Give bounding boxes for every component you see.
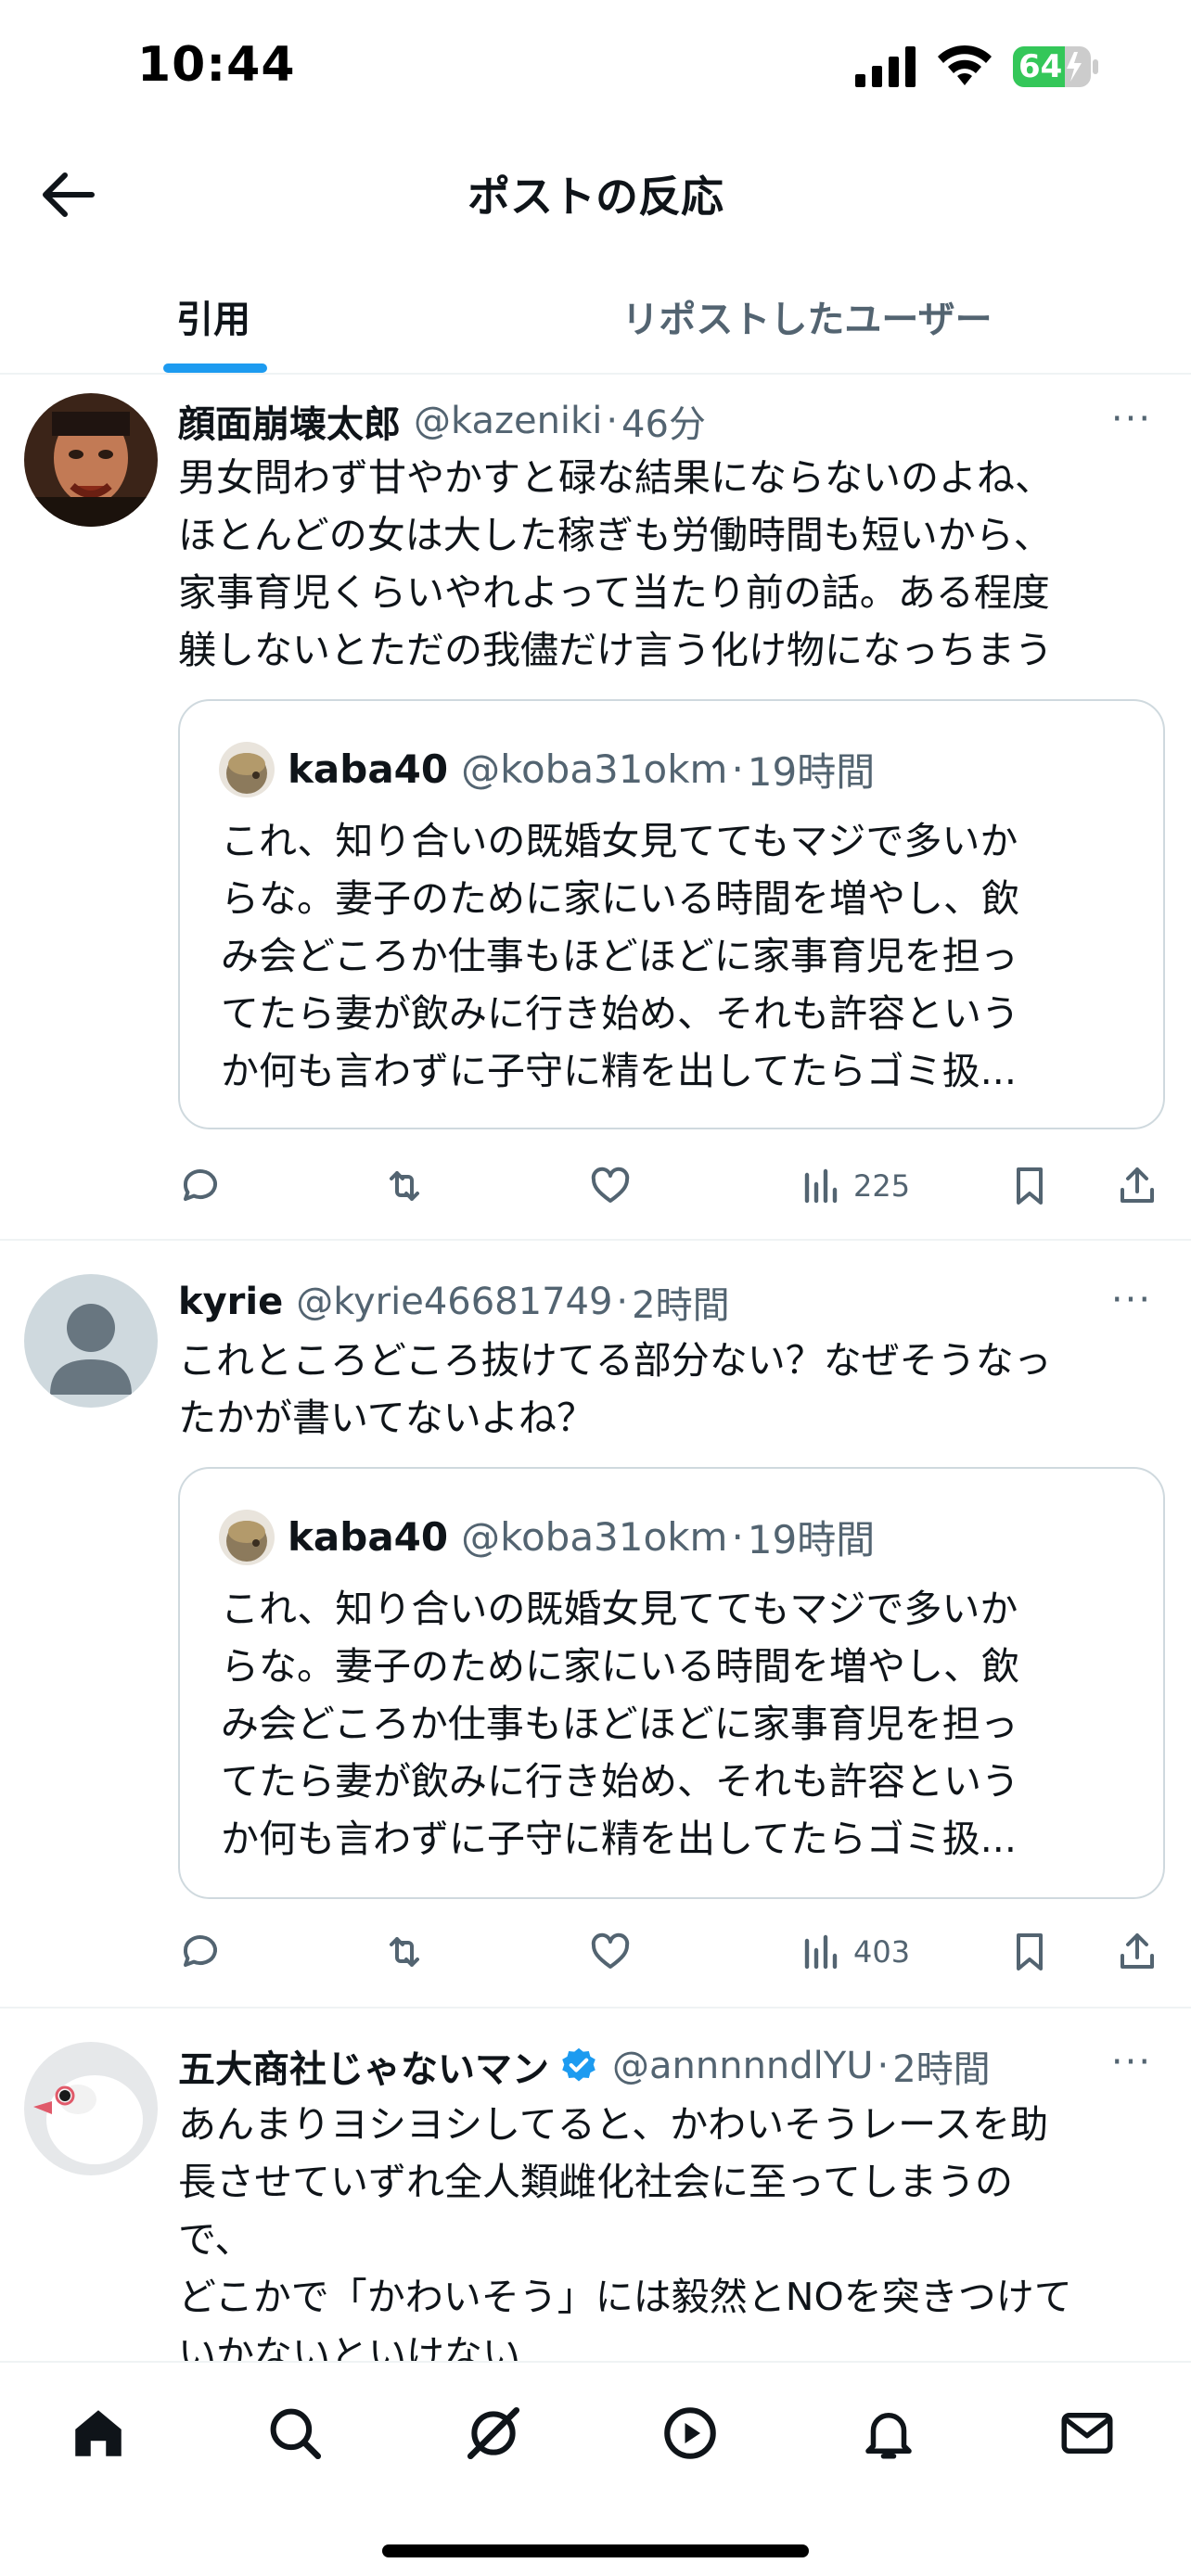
post[interactable]: kyrie @kyrie46681749 · 2時間 ··· これところどころ抜… (0, 1243, 1191, 2009)
header: ポストの反応 (0, 139, 1191, 250)
quote-author-handle: @koba31okm (461, 1513, 728, 1560)
post-header: 五大商社じゃないマン @annnnndlYU · 2時間 (178, 2038, 1154, 2094)
avatar[interactable] (24, 393, 158, 527)
nav-search[interactable] (249, 2387, 341, 2480)
view-count: 225 (853, 1168, 911, 1204)
bookmark-icon (1017, 1933, 1043, 1970)
nav-notifications[interactable] (842, 2387, 935, 2480)
repost-icon (390, 1171, 419, 1201)
repost-icon (390, 1937, 419, 1967)
quote-header: kaba40 @koba31okm · 19時間 (288, 1506, 875, 1567)
quote-text: これ、知り合いの既婚女見ててもマジで多いか らな。妻子のために家にいる時間を増や… (221, 819, 1019, 1093)
more-options-button[interactable]: ··· (1104, 1279, 1159, 1321)
quote-author-handle: @koba31okm (461, 746, 728, 792)
post-header: kyrie @kyrie46681749 · 2時間 (178, 1274, 1154, 1330)
post-time[interactable]: 2時間 (632, 1275, 729, 1329)
heart-icon (591, 1932, 630, 1969)
bookmark-button[interactable] (1007, 1154, 1052, 1218)
author-name[interactable]: 顔面崩壊太郎 (178, 394, 401, 448)
quote-avatar (219, 1510, 275, 1565)
separator-dot: · (731, 746, 744, 792)
author-name[interactable]: kyrie (178, 1281, 283, 1323)
author-handle[interactable]: @kyrie46681749 (296, 1281, 612, 1323)
more-options-button[interactable]: ··· (1104, 2041, 1159, 2084)
share-icon (1121, 1933, 1154, 1969)
post-text: 男女問わず甘やかすと碌な結果にならないのよね、 ほとんどの女は大した稼ぎも労働時… (178, 455, 1053, 672)
quoted-post[interactable]: kaba40 @koba31okm · 19時間 これ、知り合いの既婚女見てても… (178, 699, 1165, 1129)
tab-quotes[interactable]: 引用 (139, 260, 288, 373)
quote-author-name: kaba40 (288, 1513, 449, 1560)
home-icon (75, 2410, 122, 2456)
notifications-icon (865, 2413, 912, 2459)
views-icon (804, 1168, 838, 1204)
post-actions: 403 (178, 1919, 1171, 1984)
heart-icon (591, 1167, 630, 1203)
quoted-post[interactable]: kaba40 @koba31okm · 19時間 これ、知り合いの既婚女見てても… (178, 1467, 1165, 1899)
quote-time: 19時間 (747, 748, 876, 795)
repost-button[interactable] (382, 1919, 427, 1984)
avatar[interactable] (24, 1274, 158, 1408)
active-tab-indicator (163, 363, 267, 373)
share-button[interactable] (1115, 1154, 1159, 1218)
tab-bar: 引用 リポストしたユーザー (0, 260, 1191, 375)
more-options-button[interactable]: ··· (1104, 398, 1159, 440)
views-button[interactable]: 225 (800, 1154, 910, 1218)
author-handle[interactable]: @annnnndlYU (612, 2045, 873, 2087)
post-actions: 225 (178, 1154, 1171, 1218)
quote-avatar (219, 742, 275, 797)
author-name[interactable]: 五大商社じゃないマン (178, 2039, 549, 2093)
separator-dot: · (731, 1513, 744, 1560)
quote-header: kaba40 @koba31okm · 19時間 (288, 738, 875, 799)
messages-icon (1061, 2413, 1113, 2454)
bookmark-button[interactable] (1007, 1919, 1052, 1984)
reply-button[interactable] (178, 1154, 223, 1218)
home-indicator[interactable] (382, 2544, 809, 2557)
post-time[interactable]: 46分 (621, 394, 706, 448)
share-button[interactable] (1115, 1919, 1159, 1984)
cellular-signal-icon (855, 46, 916, 87)
repost-button[interactable] (382, 1154, 427, 1218)
nav-video[interactable] (644, 2387, 736, 2480)
separator-dot: · (877, 2045, 890, 2087)
view-count: 403 (853, 1934, 911, 1970)
battery-level: 64 (1018, 48, 1063, 85)
tab-reposted-users[interactable]: リポストしたユーザー (538, 260, 1076, 373)
page-title: ポストの反応 (467, 172, 724, 222)
separator-dot: · (616, 1281, 629, 1323)
nav-messages[interactable] (1041, 2387, 1133, 2480)
video-icon (664, 2407, 716, 2459)
post[interactable]: 五大商社じゃないマン @annnnndlYU · 2時間 ··· あんまりヨシヨ… (0, 2010, 1191, 2381)
reply-icon (183, 1169, 217, 1201)
post-header: 顔面崩壊太郎 @kazeniki · 46分 (178, 393, 1154, 449)
nav-grok[interactable] (447, 2387, 540, 2480)
search-icon (270, 2408, 322, 2460)
status-time: 10:44 (137, 37, 296, 93)
post[interactable]: 顔面崩壊太郎 @kazeniki · 46分 ··· 男女問わず甘やかすと碌な結… (0, 376, 1191, 1241)
verified-badge-icon (562, 2047, 596, 2082)
bottom-navigation (0, 2361, 1191, 2576)
quote-author-name: kaba40 (288, 746, 449, 792)
views-icon (804, 1934, 838, 1970)
share-icon (1121, 1167, 1154, 1203)
reply-icon (183, 1935, 217, 1967)
post-time[interactable]: 2時間 (892, 2039, 990, 2093)
nav-home[interactable] (52, 2387, 145, 2480)
avatar[interactable] (24, 2042, 158, 2175)
author-handle[interactable]: @kazeniki (414, 400, 602, 442)
like-button[interactable] (588, 1154, 633, 1218)
quote-time: 19時間 (747, 1516, 876, 1562)
reply-button[interactable] (178, 1919, 223, 1984)
post-text: これところどころ抜けてる部分ない？なぜそうなっ たかが書いてないよね？ (178, 1338, 1052, 1440)
post-text: あんまりヨシヨシしてると、かわいそうレースを助 長させていずれ全人類雌化社会に至… (178, 2102, 1072, 2377)
grok-icon (467, 2406, 520, 2460)
quote-text: これ、知り合いの既婚女見ててもマジで多いか らな。妻子のために家にいる時間を増や… (221, 1587, 1019, 1861)
views-button[interactable]: 403 (800, 1919, 910, 1984)
wifi-icon (938, 45, 992, 85)
status-bar: 10:44 64 (0, 0, 1191, 139)
bookmark-icon (1017, 1167, 1043, 1205)
separator-dot: · (606, 400, 619, 442)
battery-icon: 64 (1013, 46, 1098, 87)
like-button[interactable] (588, 1919, 633, 1984)
